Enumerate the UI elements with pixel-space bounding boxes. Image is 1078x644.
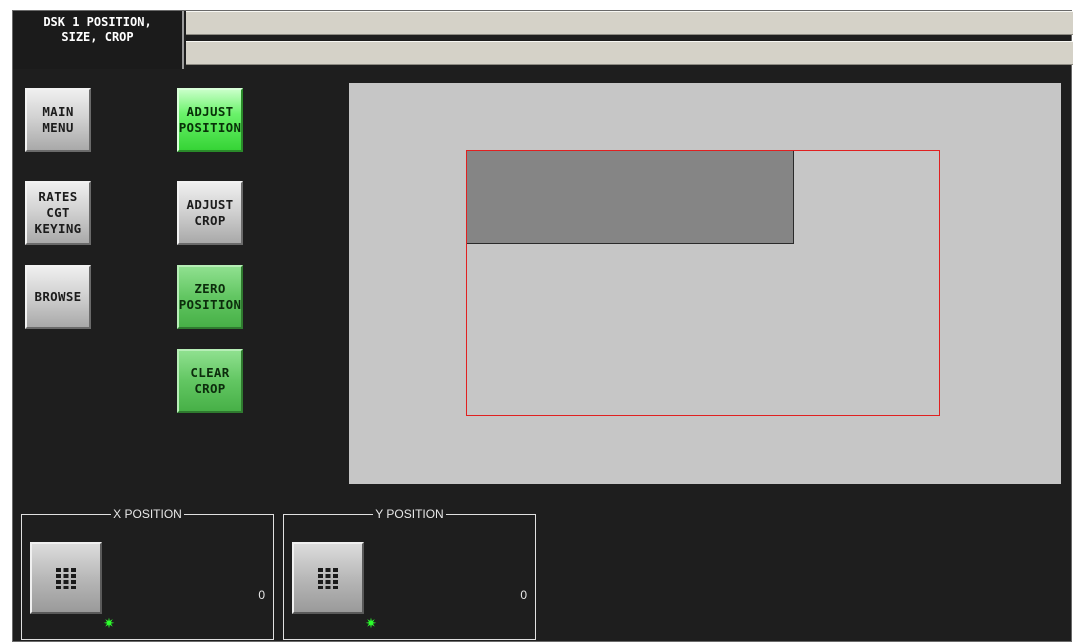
- dsk-position-rectangle[interactable]: [467, 151, 794, 244]
- x-position-value: 0: [258, 588, 265, 602]
- y-position-status-led-icon: ✷: [365, 616, 377, 632]
- y-position-label: Y POSITION: [373, 507, 446, 521]
- clear-crop-button[interactable]: CLEAR CROP: [177, 349, 243, 413]
- y-position-keypad-button[interactable]: [292, 542, 364, 614]
- tab-strip-upper: [186, 11, 1073, 35]
- tab-dsk1-position-size-crop[interactable]: DSK 1 POSITION, SIZE, CROP: [13, 11, 184, 69]
- dsk-position-window: DSK 1 POSITION, SIZE, CROP MAIN MENU RAT…: [12, 10, 1073, 642]
- main-menu-button[interactable]: MAIN MENU: [25, 88, 91, 152]
- adjust-crop-button[interactable]: ADJUST CROP: [177, 181, 243, 245]
- position-preview-area[interactable]: [349, 83, 1061, 484]
- adjust-position-button[interactable]: ADJUST POSITION: [177, 88, 243, 152]
- x-position-control: X POSITION 0 ✷: [21, 507, 274, 640]
- y-position-control: Y POSITION 0 ✷: [283, 507, 536, 640]
- keypad-grid-icon: [56, 568, 76, 589]
- browse-button[interactable]: BROWSE: [25, 265, 91, 329]
- rates-cgt-keying-button[interactable]: RATES CGT KEYING: [25, 181, 91, 245]
- keypad-grid-icon: [318, 568, 338, 589]
- raster-frame-outline: [466, 150, 940, 416]
- zero-position-button[interactable]: ZERO POSITION: [177, 265, 243, 329]
- y-position-value: 0: [520, 588, 527, 602]
- x-position-label: X POSITION: [111, 507, 184, 521]
- x-position-keypad-button[interactable]: [30, 542, 102, 614]
- tab-strip-lower: [186, 41, 1073, 65]
- x-position-status-led-icon: ✷: [103, 616, 115, 632]
